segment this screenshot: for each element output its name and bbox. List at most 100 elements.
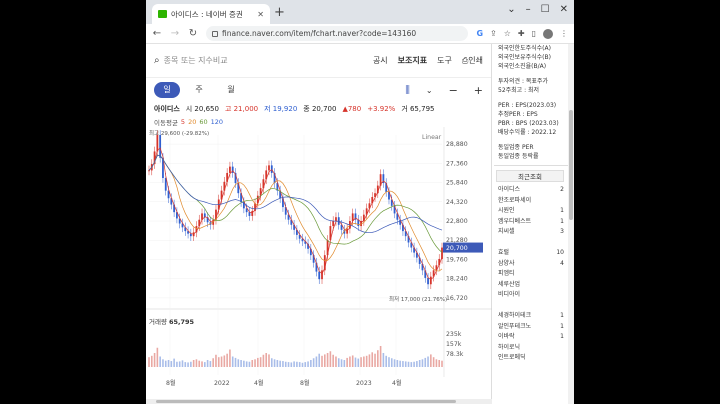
recent-item — [492, 301, 574, 312]
zoom-out-icon[interactable]: − — [449, 84, 458, 97]
chart-scrollbar[interactable] — [146, 399, 492, 404]
recent-item[interactable]: 세경하이테크 1 — [492, 311, 574, 322]
recent-item[interactable]: 삼양사 4 — [492, 259, 574, 270]
maximize-icon[interactable]: ☐ — [541, 4, 550, 15]
recent-item-name: 하이로닉 — [498, 343, 521, 351]
volume-bar — [167, 360, 170, 367]
volume-bar — [404, 361, 407, 367]
print-label: 인쇄 — [468, 56, 483, 65]
profile-avatar[interactable] — [543, 28, 553, 39]
volume-bar — [248, 361, 251, 367]
period-month-button[interactable]: 월 — [218, 82, 244, 98]
high-price: 고 21,000 — [224, 105, 259, 113]
recent-item[interactable]: 지씨셀 3 — [492, 227, 574, 238]
tools-button[interactable]: 도구 — [437, 55, 452, 66]
recent-view-tab[interactable]: 최근조회 — [496, 170, 564, 182]
volume-label: 거래량 — [149, 317, 167, 326]
recent-item[interactable]: 세루산업 — [492, 280, 574, 291]
recent-item-count: 1 — [560, 322, 564, 330]
volume-bar — [296, 361, 298, 367]
sidebar-scroll-thumb[interactable] — [569, 110, 573, 220]
recent-item[interactable]: 이바락 1 — [492, 332, 574, 343]
period-day-button[interactable]: 일 — [154, 82, 180, 98]
open-price: 시 20,650 — [185, 105, 219, 113]
share-icon[interactable]: ⇪ — [490, 29, 497, 38]
zoom-in-icon[interactable]: + — [474, 84, 483, 97]
volume-bar — [206, 360, 209, 367]
recent-item-name: 한조로파세이 — [498, 196, 532, 204]
industry-line: 동일업종 등락률 — [498, 153, 539, 160]
recent-item[interactable]: 엠우디베스트 1 — [492, 217, 574, 228]
dropdown-icon[interactable]: ⌄ — [507, 4, 515, 15]
recent-item[interactable]: 아이디스 2 — [492, 185, 574, 196]
volume-bar — [268, 354, 270, 367]
close-window-icon[interactable]: ✕ — [560, 4, 568, 15]
date-tick-label: 2023 — [356, 380, 372, 387]
new-tab-button[interactable]: + — [274, 5, 285, 20]
volume-bar — [217, 357, 220, 367]
sidepanel-icon[interactable]: ▯ — [532, 29, 536, 38]
volume-bar — [382, 353, 385, 367]
disclosure-button[interactable]: 공시 — [373, 55, 388, 66]
volume-bar — [377, 350, 379, 367]
menu-icon[interactable]: ⋮ — [560, 29, 568, 38]
recent-item[interactable]: 시원인 1 — [492, 206, 574, 217]
volume-bar — [441, 360, 443, 367]
quote-line: 아이디스 시 20,650 고 21,000 저 19,920 종 20,700… — [146, 102, 491, 116]
industry-line: 동일업종 PER — [498, 144, 534, 151]
volume-bar — [229, 349, 231, 367]
print-button[interactable]: ⎙인쇄 — [462, 55, 483, 66]
volume-bar — [293, 361, 295, 367]
browser-tab[interactable]: 아이디스 : 네이버 증권 ✕ — [152, 4, 270, 24]
low-marker-label: 최저 17,000 (21.76%) — [389, 295, 447, 303]
volume-bar — [337, 358, 340, 367]
chart-pane: ⌕ 종목 또는 지수비교 공시 보조지표 도구 ⎙인쇄 일 주 월 ⫼ ⌄ − … — [146, 44, 492, 404]
period-week-button[interactable]: 주 — [186, 82, 212, 98]
recent-item[interactable]: 하이로닉 — [492, 343, 574, 354]
foreign-holding-line: 외국인한도주식수(A) — [498, 45, 551, 52]
price-chart[interactable]: 28,88027,36025,84024,32022,80021,28019,7… — [146, 127, 492, 404]
forward-icon[interactable]: → — [170, 28, 180, 39]
bookmark-star-icon[interactable]: ☆ — [504, 29, 511, 38]
foreign-holding-line: 외국인보유주식수(B) — [498, 54, 551, 61]
recent-item[interactable]: 인트로메딕 — [492, 353, 574, 364]
minimize-icon[interactable]: – — [526, 4, 531, 15]
indicator-button[interactable]: 보조지표 — [398, 55, 427, 66]
puzzle-icon[interactable]: ✚ — [518, 29, 525, 38]
chart-toolbar: ⌕ 종목 또는 지수비교 공시 보조지표 도구 ⎙인쇄 — [146, 44, 491, 78]
volume-bar — [234, 357, 237, 367]
search-input[interactable]: 종목 또는 지수비교 — [164, 55, 373, 66]
date-tick-label: 4월 — [392, 379, 402, 387]
volume-bar — [273, 359, 276, 367]
recent-item[interactable]: 알인푸테크노 1 — [492, 322, 574, 333]
recent-item[interactable]: 피엠티 — [492, 269, 574, 280]
chart-scroll-thumb[interactable] — [156, 400, 456, 403]
tab-title: 아이디스 : 네이버 증권 — [171, 9, 243, 19]
recent-item[interactable]: 한조로파세이 — [492, 196, 574, 207]
back-icon[interactable]: ← — [152, 28, 162, 39]
chevron-down-icon[interactable]: ⌄ — [426, 86, 433, 95]
volume-bar — [304, 362, 307, 367]
recent-item-count: 3 — [560, 228, 564, 235]
volume-bar — [164, 360, 167, 367]
reload-icon[interactable]: ↻ — [188, 28, 198, 39]
close-tab-icon[interactable]: ✕ — [257, 10, 264, 19]
volume-tick-label: 235k — [446, 331, 462, 338]
volume-bar — [215, 354, 217, 367]
recent-item[interactable]: 효럴 10 — [492, 248, 574, 259]
sidebar-scrollbar[interactable] — [568, 44, 574, 404]
candle-body — [321, 270, 323, 280]
recent-item-name: 시원인 — [498, 207, 515, 214]
candle-body — [270, 165, 273, 173]
recent-item-count: 2 — [560, 186, 564, 193]
volume-bar — [407, 361, 410, 367]
candle-body — [268, 165, 270, 171]
volume-value: 65,795 — [169, 318, 195, 326]
recent-item[interactable]: 비디아이 — [492, 290, 574, 301]
volume-bar — [363, 356, 365, 367]
search-icon[interactable]: ⌕ — [154, 55, 160, 66]
ma60-line — [148, 154, 443, 253]
candlestick-icon[interactable]: ⫼ — [405, 85, 410, 96]
google-icon[interactable]: G — [476, 29, 483, 38]
address-bar[interactable]: finance.naver.com/item/fchart.naver?code… — [206, 26, 469, 41]
